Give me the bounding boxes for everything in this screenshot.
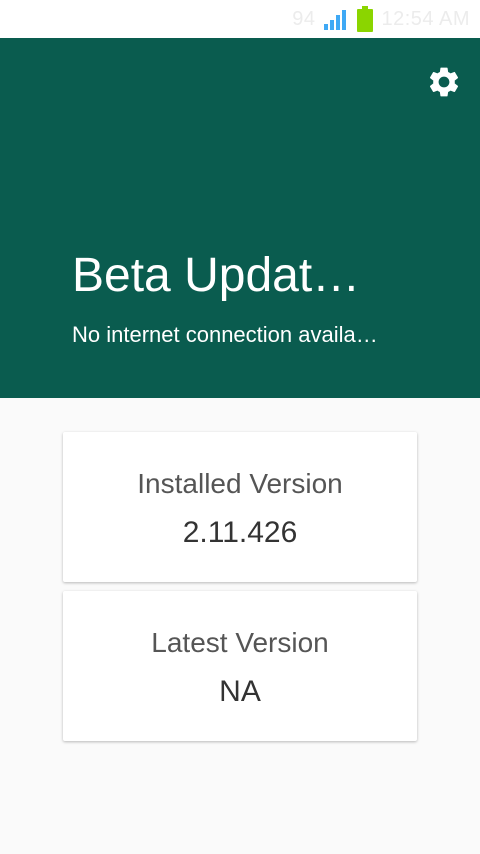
- signal-icon: [324, 10, 347, 30]
- latest-version-label: Latest Version: [151, 627, 329, 658]
- app-header: Beta Updat… No internet connection avail…: [0, 38, 480, 398]
- latest-version-value: NA: [219, 675, 261, 708]
- latest-version-card: Latest Version NA: [63, 591, 417, 741]
- installed-version-card: Installed Version 2.11.426: [63, 432, 417, 582]
- app-title: Beta Updat…: [72, 249, 361, 302]
- battery-icon: [357, 6, 374, 32]
- status-time: 12:54 AM: [381, 7, 470, 30]
- settings-button[interactable]: [422, 60, 466, 104]
- carrier-label: 94: [292, 7, 316, 30]
- gear-icon: [429, 67, 459, 97]
- connection-status: No internet connection availa…: [72, 322, 378, 347]
- status-icons: 94 12:54 AM: [292, 4, 470, 34]
- installed-version-value: 2.11.426: [182, 516, 298, 549]
- installed-version-label: Installed Version: [137, 468, 343, 499]
- status-bar: 94 12:54 AM: [0, 0, 480, 38]
